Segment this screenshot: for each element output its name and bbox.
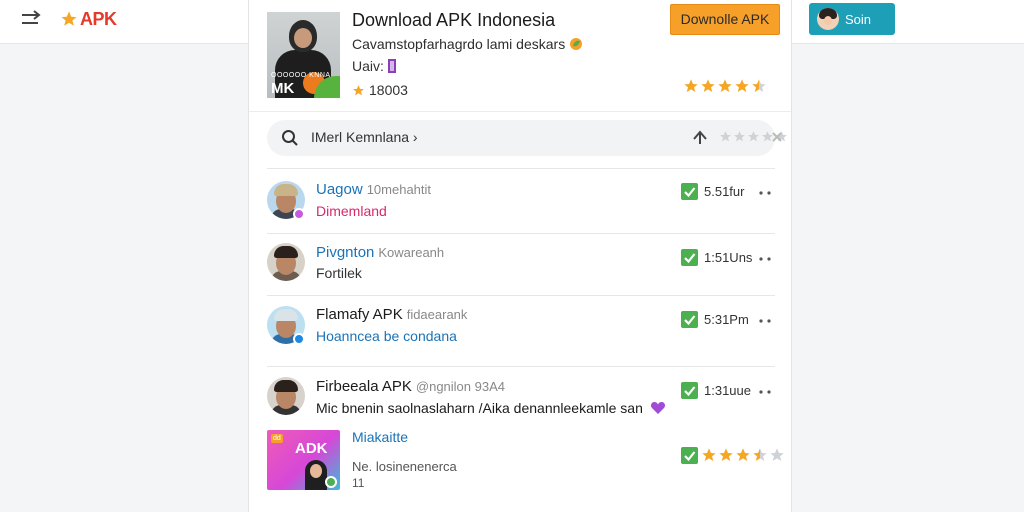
star-logo-icon	[61, 11, 77, 26]
divider	[267, 233, 775, 234]
thumb-caption: OOOOOO KNNA	[271, 72, 331, 79]
promo-tag: dd	[271, 434, 283, 443]
more-options-icon[interactable]	[759, 191, 771, 195]
item-name-text: Pivgnton	[316, 244, 375, 261]
search-input[interactable]	[311, 129, 611, 145]
verified-badge-icon	[325, 476, 337, 488]
share-icon[interactable]	[691, 129, 709, 147]
rating-star-icon	[752, 79, 766, 92]
item-handle: fidaearank	[406, 307, 468, 322]
menu-arrows-icon[interactable]	[20, 9, 46, 29]
check-icon	[681, 183, 698, 200]
rating-star-icon	[734, 131, 745, 142]
app-thumbnail[interactable]: OOOOOO KNNA MK	[267, 12, 340, 98]
item-name[interactable]: Flamafy APK fidaearank	[316, 306, 467, 323]
rating-star-icon	[770, 448, 784, 461]
item-time: 5:31Pm	[704, 312, 749, 327]
account-button[interactable]: Soin	[809, 3, 895, 35]
app-header: OOOOOO KNNA MK Download APK Indonesia Ca…	[249, 0, 791, 112]
rating-star-icon	[719, 448, 733, 461]
promo-subtitle-2: 11	[352, 476, 365, 490]
check-icon	[681, 382, 698, 399]
rating-star-icon	[735, 79, 749, 92]
item-time: 5.51fur	[704, 184, 745, 199]
rating-star-icon	[701, 79, 715, 92]
rating-star-icon	[720, 131, 731, 142]
promo-title[interactable]: Miakaitte	[352, 429, 408, 445]
app-download-count: 18003	[352, 82, 408, 98]
more-options-icon[interactable]	[759, 257, 771, 261]
close-icon[interactable]	[771, 131, 783, 143]
account-label: Soin	[845, 11, 872, 27]
app-version: Uaiv:	[352, 58, 396, 74]
item-name-text: Uagow	[316, 181, 363, 198]
item-handle: Kowareanh	[378, 245, 445, 260]
promo-thumbnail[interactable]: dd ADK	[267, 430, 340, 490]
divider	[267, 295, 775, 296]
thumb-brand: MK	[271, 80, 295, 97]
rating-star-icon	[718, 79, 732, 92]
avatar	[267, 243, 305, 281]
brand-logo[interactable]: APK	[60, 8, 117, 30]
search-bar[interactable]	[267, 120, 787, 156]
item-name-text: Firbeeala APK	[316, 378, 412, 395]
item-badge	[293, 333, 305, 345]
rating-star-icon	[748, 131, 759, 142]
avatar	[817, 8, 839, 30]
item-name[interactable]: Firbeeala APK @ngnilon 93A4	[316, 378, 505, 395]
item-subtitle: Mic bnenin saolnaslaharn /Aika denannlee…	[316, 400, 666, 416]
divider	[267, 168, 775, 169]
item-handle: @ngnilon 93A4	[415, 379, 505, 394]
app-description-text: Cavamstopfarhagrdo lami deskars	[352, 36, 566, 52]
heart-icon	[650, 402, 665, 414]
item-name[interactable]: Pivgnton Kowareanh	[316, 244, 444, 261]
rating-star-icon	[736, 448, 750, 461]
version-tag-icon	[387, 59, 396, 73]
leaf-icon	[570, 38, 583, 50]
download-apk-button[interactable]: Downolle APK	[670, 4, 780, 35]
star-icon	[353, 84, 364, 95]
item-subtitle: Fortilek	[316, 265, 362, 281]
check-icon	[681, 249, 698, 266]
search-icon[interactable]	[281, 129, 299, 147]
app-description: Cavamstopfarhagrdo lami deskars	[352, 36, 583, 52]
more-options-icon[interactable]	[759, 319, 771, 323]
item-handle: 10mehahtit	[366, 182, 432, 197]
item-name-text: Flamafy APK	[316, 306, 403, 323]
item-time: 1:51Uns	[704, 250, 753, 265]
page-title: Download APK Indonesia	[352, 10, 556, 30]
promo-thumb-label: ADK	[295, 440, 328, 457]
promo-subtitle: Ne. losinenenerca	[352, 459, 457, 474]
item-name[interactable]: Uagow 10mehahtit	[316, 181, 431, 198]
count-value: 18003	[369, 82, 408, 98]
rating-star-icon	[753, 448, 767, 461]
item-subtitle: Dimemland	[316, 203, 387, 219]
avatar	[267, 377, 305, 415]
top-bar-left: APK	[0, 0, 248, 44]
item-time: 1:31uue	[704, 383, 751, 398]
promo-rating	[701, 447, 785, 463]
version-label: Uaiv:	[352, 58, 384, 74]
item-subtitle-text: Mic bnenin saolnaslaharn /Aika denannlee…	[316, 400, 643, 416]
brand-text: APK	[80, 8, 117, 29]
rating-star-icon	[684, 79, 698, 92]
app-rating	[683, 78, 767, 94]
divider	[267, 366, 775, 367]
item-badge	[293, 208, 305, 220]
check-icon	[681, 311, 698, 328]
more-options-icon[interactable]	[759, 390, 771, 394]
main-panel: OOOOOO KNNA MK Download APK Indonesia Ca…	[248, 0, 792, 512]
item-subtitle: Hoanncea be condana	[316, 328, 457, 344]
check-icon	[681, 447, 698, 464]
rating-star-icon	[702, 448, 716, 461]
